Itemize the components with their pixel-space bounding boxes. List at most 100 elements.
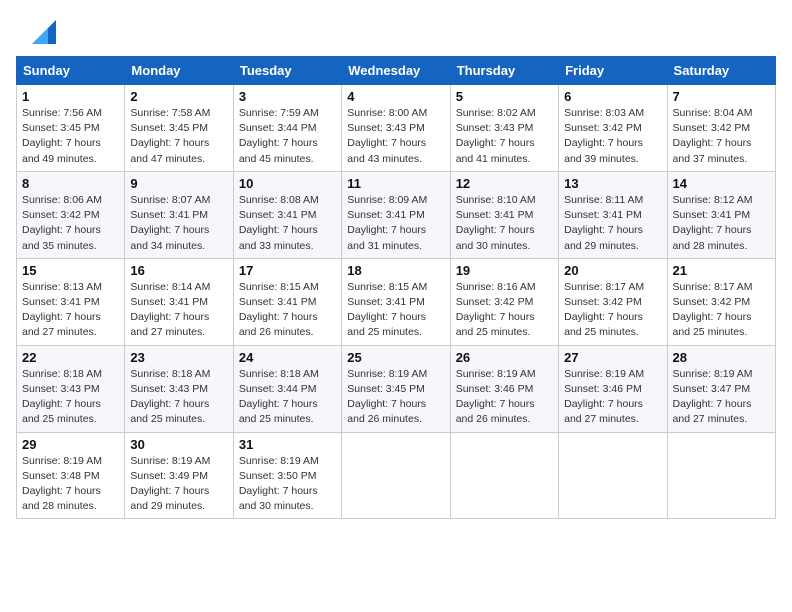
day-cell: 15 Sunrise: 8:13 AMSunset: 3:41 PMDaylig… — [17, 258, 125, 345]
header-cell-tuesday: Tuesday — [233, 57, 341, 85]
day-detail: Sunrise: 7:56 AMSunset: 3:45 PMDaylight:… — [22, 107, 102, 165]
week-row-5: 29 Sunrise: 8:19 AMSunset: 3:48 PMDaylig… — [17, 432, 776, 519]
day-detail: Sunrise: 8:14 AMSunset: 3:41 PMDaylight:… — [130, 281, 210, 339]
day-cell: 4 Sunrise: 8:00 AMSunset: 3:43 PMDayligh… — [342, 85, 450, 172]
day-number: 25 — [347, 350, 444, 365]
day-cell: 8 Sunrise: 8:06 AMSunset: 3:42 PMDayligh… — [17, 171, 125, 258]
header-cell-thursday: Thursday — [450, 57, 558, 85]
day-number: 14 — [673, 176, 770, 191]
day-number: 22 — [22, 350, 119, 365]
day-detail: Sunrise: 8:06 AMSunset: 3:42 PMDaylight:… — [22, 194, 102, 252]
day-detail: Sunrise: 7:59 AMSunset: 3:44 PMDaylight:… — [239, 107, 319, 165]
day-detail: Sunrise: 8:15 AMSunset: 3:41 PMDaylight:… — [347, 281, 427, 339]
day-cell: 10 Sunrise: 8:08 AMSunset: 3:41 PMDaylig… — [233, 171, 341, 258]
header-cell-sunday: Sunday — [17, 57, 125, 85]
day-detail: Sunrise: 8:18 AMSunset: 3:43 PMDaylight:… — [22, 368, 102, 426]
day-detail: Sunrise: 8:19 AMSunset: 3:47 PMDaylight:… — [673, 368, 753, 426]
day-number: 9 — [130, 176, 227, 191]
header-cell-saturday: Saturday — [667, 57, 775, 85]
day-number: 20 — [564, 263, 661, 278]
day-number: 23 — [130, 350, 227, 365]
day-number: 6 — [564, 89, 661, 104]
day-cell: 20 Sunrise: 8:17 AMSunset: 3:42 PMDaylig… — [559, 258, 667, 345]
day-cell: 17 Sunrise: 8:15 AMSunset: 3:41 PMDaylig… — [233, 258, 341, 345]
day-detail: Sunrise: 8:18 AMSunset: 3:44 PMDaylight:… — [239, 368, 319, 426]
day-number: 18 — [347, 263, 444, 278]
day-cell — [342, 432, 450, 519]
day-cell: 23 Sunrise: 8:18 AMSunset: 3:43 PMDaylig… — [125, 345, 233, 432]
day-detail: Sunrise: 8:12 AMSunset: 3:41 PMDaylight:… — [673, 194, 753, 252]
day-cell: 11 Sunrise: 8:09 AMSunset: 3:41 PMDaylig… — [342, 171, 450, 258]
day-cell — [667, 432, 775, 519]
week-row-1: 1 Sunrise: 7:56 AMSunset: 3:45 PMDayligh… — [17, 85, 776, 172]
day-detail: Sunrise: 8:17 AMSunset: 3:42 PMDaylight:… — [673, 281, 753, 339]
week-row-4: 22 Sunrise: 8:18 AMSunset: 3:43 PMDaylig… — [17, 345, 776, 432]
day-detail: Sunrise: 8:09 AMSunset: 3:41 PMDaylight:… — [347, 194, 427, 252]
day-number: 10 — [239, 176, 336, 191]
day-number: 29 — [22, 437, 119, 452]
day-cell: 14 Sunrise: 8:12 AMSunset: 3:41 PMDaylig… — [667, 171, 775, 258]
day-number: 11 — [347, 176, 444, 191]
day-cell: 30 Sunrise: 8:19 AMSunset: 3:49 PMDaylig… — [125, 432, 233, 519]
day-cell: 16 Sunrise: 8:14 AMSunset: 3:41 PMDaylig… — [125, 258, 233, 345]
day-number: 12 — [456, 176, 553, 191]
day-number: 26 — [456, 350, 553, 365]
day-number: 2 — [130, 89, 227, 104]
day-number: 31 — [239, 437, 336, 452]
day-detail: Sunrise: 8:11 AMSunset: 3:41 PMDaylight:… — [564, 194, 643, 252]
day-detail: Sunrise: 8:15 AMSunset: 3:41 PMDaylight:… — [239, 281, 319, 339]
day-cell: 29 Sunrise: 8:19 AMSunset: 3:48 PMDaylig… — [17, 432, 125, 519]
day-detail: Sunrise: 8:19 AMSunset: 3:48 PMDaylight:… — [22, 455, 102, 513]
day-cell: 7 Sunrise: 8:04 AMSunset: 3:42 PMDayligh… — [667, 85, 775, 172]
day-cell: 6 Sunrise: 8:03 AMSunset: 3:42 PMDayligh… — [559, 85, 667, 172]
day-cell: 2 Sunrise: 7:58 AMSunset: 3:45 PMDayligh… — [125, 85, 233, 172]
day-detail: Sunrise: 8:18 AMSunset: 3:43 PMDaylight:… — [130, 368, 210, 426]
day-cell: 3 Sunrise: 7:59 AMSunset: 3:44 PMDayligh… — [233, 85, 341, 172]
day-number: 4 — [347, 89, 444, 104]
logo — [16, 16, 56, 46]
day-number: 1 — [22, 89, 119, 104]
day-detail: Sunrise: 8:19 AMSunset: 3:50 PMDaylight:… — [239, 455, 319, 513]
day-number: 28 — [673, 350, 770, 365]
header — [16, 16, 776, 46]
header-cell-monday: Monday — [125, 57, 233, 85]
week-row-2: 8 Sunrise: 8:06 AMSunset: 3:42 PMDayligh… — [17, 171, 776, 258]
day-detail: Sunrise: 8:04 AMSunset: 3:42 PMDaylight:… — [673, 107, 753, 165]
day-number: 3 — [239, 89, 336, 104]
day-number: 13 — [564, 176, 661, 191]
day-detail: Sunrise: 8:19 AMSunset: 3:46 PMDaylight:… — [564, 368, 644, 426]
header-cell-friday: Friday — [559, 57, 667, 85]
day-detail: Sunrise: 8:07 AMSunset: 3:41 PMDaylight:… — [130, 194, 210, 252]
day-cell: 25 Sunrise: 8:19 AMSunset: 3:45 PMDaylig… — [342, 345, 450, 432]
day-detail: Sunrise: 8:02 AMSunset: 3:43 PMDaylight:… — [456, 107, 536, 165]
header-cell-wednesday: Wednesday — [342, 57, 450, 85]
week-row-3: 15 Sunrise: 8:13 AMSunset: 3:41 PMDaylig… — [17, 258, 776, 345]
day-detail: Sunrise: 7:58 AMSunset: 3:45 PMDaylight:… — [130, 107, 210, 165]
day-cell — [450, 432, 558, 519]
day-cell: 28 Sunrise: 8:19 AMSunset: 3:47 PMDaylig… — [667, 345, 775, 432]
day-detail: Sunrise: 8:17 AMSunset: 3:42 PMDaylight:… — [564, 281, 644, 339]
day-cell: 26 Sunrise: 8:19 AMSunset: 3:46 PMDaylig… — [450, 345, 558, 432]
header-row: SundayMondayTuesdayWednesdayThursdayFrid… — [17, 57, 776, 85]
calendar-table: SundayMondayTuesdayWednesdayThursdayFrid… — [16, 56, 776, 519]
day-detail: Sunrise: 8:19 AMSunset: 3:49 PMDaylight:… — [130, 455, 210, 513]
day-cell: 24 Sunrise: 8:18 AMSunset: 3:44 PMDaylig… — [233, 345, 341, 432]
day-detail: Sunrise: 8:00 AMSunset: 3:43 PMDaylight:… — [347, 107, 427, 165]
day-number: 8 — [22, 176, 119, 191]
day-number: 15 — [22, 263, 119, 278]
day-number: 5 — [456, 89, 553, 104]
day-cell: 12 Sunrise: 8:10 AMSunset: 3:41 PMDaylig… — [450, 171, 558, 258]
day-detail: Sunrise: 8:13 AMSunset: 3:41 PMDaylight:… — [22, 281, 102, 339]
day-detail: Sunrise: 8:10 AMSunset: 3:41 PMDaylight:… — [456, 194, 536, 252]
day-number: 21 — [673, 263, 770, 278]
day-cell: 18 Sunrise: 8:15 AMSunset: 3:41 PMDaylig… — [342, 258, 450, 345]
day-number: 24 — [239, 350, 336, 365]
day-number: 16 — [130, 263, 227, 278]
day-detail: Sunrise: 8:19 AMSunset: 3:45 PMDaylight:… — [347, 368, 427, 426]
day-number: 7 — [673, 89, 770, 104]
day-cell: 5 Sunrise: 8:02 AMSunset: 3:43 PMDayligh… — [450, 85, 558, 172]
day-detail: Sunrise: 8:19 AMSunset: 3:46 PMDaylight:… — [456, 368, 536, 426]
day-number: 30 — [130, 437, 227, 452]
day-cell: 22 Sunrise: 8:18 AMSunset: 3:43 PMDaylig… — [17, 345, 125, 432]
day-cell: 13 Sunrise: 8:11 AMSunset: 3:41 PMDaylig… — [559, 171, 667, 258]
